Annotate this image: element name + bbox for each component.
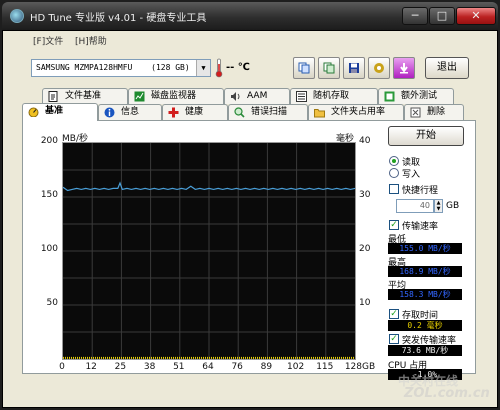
drive-select[interactable]: SAMSUNG MZMPA128HMFU (128 GB) ▼ [31,59,211,77]
x-tick-label: 12 [85,362,97,372]
tab-info[interactable]: 信息 [98,104,162,120]
save-button[interactable] [343,57,365,79]
thermometer-icon [215,58,223,78]
maximize-button[interactable]: □ [429,7,455,25]
disk-monitor-icon [134,91,145,102]
toolbar: SAMSUNG MZMPA128HMFU (128 GB) ▼ -- ℃ 退出 [3,51,497,85]
tab-random-access[interactable]: 随机存取 [290,88,378,104]
x-tick-label: 128GB [344,362,376,372]
copy-info-icon [298,62,310,74]
download-icon [398,62,410,74]
info-icon [104,107,115,118]
health-icon [168,107,179,118]
x-tick-label: 38 [143,362,156,372]
menu-bar: [F]文件 [H]帮助 [3,31,497,49]
read-radio[interactable] [389,156,399,166]
burst-rate-value: 73.6 MB/秒 [388,345,462,356]
x-tick-label: 0 [59,362,65,372]
hd-tune-window: HD Tune 专业版 v4.01 - 硬盘专业工具 ─ □ ✕ [F]文件 [… [0,0,500,410]
start-button[interactable]: 开始 [388,126,464,146]
transfer-rate-checkbox[interactable]: ✓ [389,220,399,230]
y-tick-label-right: 30 [359,190,371,200]
transfer-rate-label: 传输速率 [402,222,439,232]
benchmark-chart-svg [62,143,356,359]
drive-name: SAMSUNG MZMPA128HMFU [36,63,133,72]
y-tick-label-right: 20 [359,244,371,254]
options-button[interactable] [368,57,390,79]
menu-file[interactable]: [F]文件 [33,34,63,47]
access-time-value: 0.2 毫秒 [388,320,462,331]
x-tick-label: 64 [202,362,214,372]
file-benchmark-icon [48,91,59,102]
y-tick-label-left: 150 [40,190,58,200]
minimize-button[interactable]: ─ [402,7,428,25]
menu-help[interactable]: [H]帮助 [75,34,107,47]
y-tick-label-right: 10 [359,298,371,308]
exit-button[interactable]: 退出 [425,57,469,79]
tab-erase[interactable]: 删除 [404,104,464,120]
y-tick-label-left: 50 [46,298,58,308]
access-time-checkbox[interactable]: ✓ [389,309,399,319]
short-stroke-checkbox[interactable] [389,184,399,194]
x-tick-label: 102 [287,362,305,372]
tab-health[interactable]: 健康 [162,104,228,120]
tab-disk-monitor[interactable]: 磁盘监视器 [128,88,224,104]
copy-text-button[interactable] [318,57,340,79]
benchmark-chart [62,142,356,360]
error-scan-icon [234,107,245,118]
write-label: 写入 [402,170,421,180]
watermark-url: ZOL.com.cn [404,386,490,401]
tab-file-benchmark[interactable]: 文件基准 [42,88,128,104]
burst-rate-checkbox[interactable]: ✓ [389,334,399,344]
speaker-icon [230,91,241,102]
avg-value: 158.3 MB/秒 [388,289,462,300]
short-stroke-spinner[interactable]: ▲ ▼ [434,199,443,213]
benchmark-icon [28,106,39,118]
tab-aam[interactable]: AAM [224,88,290,104]
tab-benchmark[interactable]: 基准 [22,103,98,121]
tab-extra-tests[interactable]: 额外测试 [378,88,454,104]
min-value: 155.0 MB/秒 [388,243,462,254]
close-button[interactable]: ✕ [456,7,496,25]
drive-capacity: (128 GB) [151,63,190,72]
copy-text-icon [323,62,335,74]
save-icon [348,62,360,74]
short-stroke-unit: GB [446,201,460,211]
download-button[interactable] [393,57,415,79]
folder-usage-icon [314,107,325,118]
erase-icon [410,107,421,118]
extra-tests-icon [384,91,395,102]
temperature-value: -- ℃ [226,62,250,73]
chevron-down-icon[interactable]: ▼ [196,60,210,76]
short-stroke-input[interactable]: 40 [396,199,434,213]
short-stroke-label: 快捷行程 [402,186,439,196]
y-tick-label-left: 100 [40,244,58,254]
tab-error-scan[interactable]: 错误扫描 [228,104,308,120]
copy-info-button[interactable] [293,57,315,79]
x-tick-label: 51 [173,362,185,372]
hd-tune-app-icon [10,9,24,23]
y-tick-label-left: 200 [40,136,58,146]
max-value: 168.9 MB/秒 [388,266,462,277]
x-tick-label: 89 [260,362,273,372]
options-icon [373,62,385,74]
title-bar[interactable]: HD Tune 专业版 v4.01 - 硬盘专业工具 ─ □ ✕ [2,2,498,30]
random-access-icon [296,91,307,102]
x-tick-label: 76 [231,362,243,372]
window-title: HD Tune 专业版 v4.01 - 硬盘专业工具 [30,13,207,24]
tab-folder-usage[interactable]: 文件夹占用率 [308,104,404,120]
x-tick-label: 25 [114,362,127,372]
x-tick-label: 115 [316,362,334,372]
write-radio[interactable] [389,168,399,178]
y-tick-label-right: 40 [359,136,371,146]
